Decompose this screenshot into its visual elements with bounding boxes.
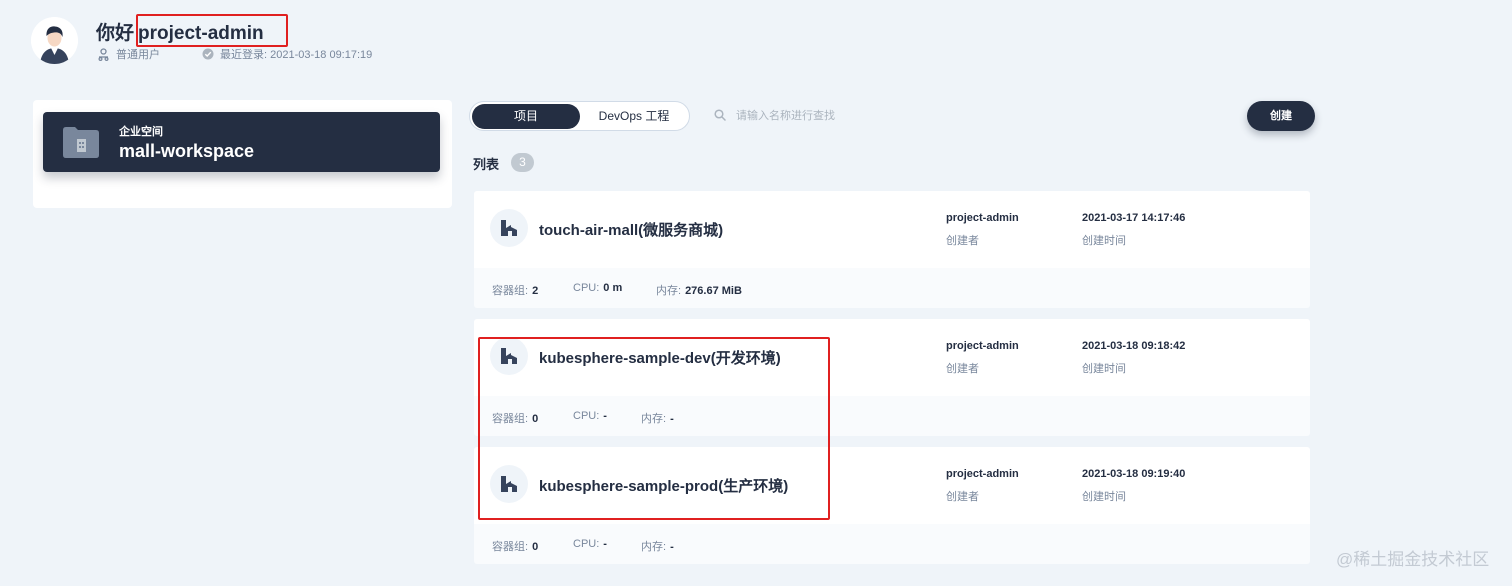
check-circle-icon [202, 48, 214, 60]
created-time-label: 创建时间 [1082, 491, 1126, 503]
search-icon [714, 109, 726, 121]
greeting-prefix: 你好 [96, 23, 135, 44]
last-login: 最近登录: 2021-03-18 09:17:19 [202, 46, 372, 62]
last-login-label: 最近登录: [220, 49, 268, 61]
stat-pods: 容器组: 0 [492, 541, 539, 553]
list-count-badge: 3 [511, 153, 534, 172]
project-creator: project-admin [946, 468, 1019, 480]
project-row-stats: 容器组: 0 CPU: - 内存: - [474, 524, 1310, 564]
project-name[interactable]: touch-air-mall(微服务商城) [539, 219, 723, 240]
stat-cpu: CPU: - [573, 538, 607, 550]
folder-icon [63, 127, 99, 158]
tab-devops[interactable]: DevOps 工程 [580, 104, 688, 129]
highlight-box-sample-projects [478, 337, 830, 520]
stat-memory: 内存: - [641, 541, 674, 553]
stat-memory: 内存: 276.67 MiB [656, 285, 742, 297]
workspace-card[interactable]: 企业空间 mall-workspace [43, 112, 440, 172]
tab-projects[interactable]: 项目 [472, 104, 580, 129]
user-avatar[interactable] [31, 17, 78, 64]
workspace-name: mall-workspace [119, 141, 255, 161]
creator-label: 创建者 [946, 491, 979, 503]
highlight-box-username [136, 14, 288, 47]
tab-switcher: 项目 DevOps 工程 [469, 101, 690, 131]
project-created-time: 2021-03-18 09:19:40 [1082, 468, 1186, 480]
created-time-label: 创建时间 [1082, 363, 1126, 375]
stat-pods: 容器组: 2 [492, 285, 539, 297]
creator-label: 创建者 [946, 363, 979, 375]
user-role-icon [98, 47, 109, 61]
creator-label: 创建者 [946, 235, 979, 247]
search-input[interactable] [736, 104, 1206, 128]
workspace-label: 企业空间 [119, 126, 163, 138]
stat-cpu: CPU: 0 m [573, 282, 623, 294]
created-time-label: 创建时间 [1082, 235, 1126, 247]
project-icon [490, 209, 528, 247]
create-button[interactable]: 创建 [1247, 101, 1315, 131]
project-created-time: 2021-03-17 14:17:46 [1082, 212, 1186, 224]
user-role: 普通用户 [97, 46, 160, 62]
project-creator: project-admin [946, 340, 1019, 352]
user-avatar-icon [31, 17, 78, 64]
project-icon-glyph [501, 220, 517, 236]
project-creator: project-admin [946, 212, 1019, 224]
project-row-stats: 容器组: 2 CPU: 0 m 内存: 276.67 MiB [474, 268, 1310, 308]
user-role-text: 普通用户 [116, 49, 160, 61]
project-row-main: touch-air-mall(微服务商城) project-admin 创建者 … [474, 191, 1310, 268]
watermark: @稀土掘金技术社区 [1336, 550, 1490, 569]
list-title: 列表 [473, 157, 500, 172]
project-created-time: 2021-03-18 09:18:42 [1082, 340, 1186, 352]
last-login-time: 2021-03-18 09:17:19 [270, 49, 373, 61]
